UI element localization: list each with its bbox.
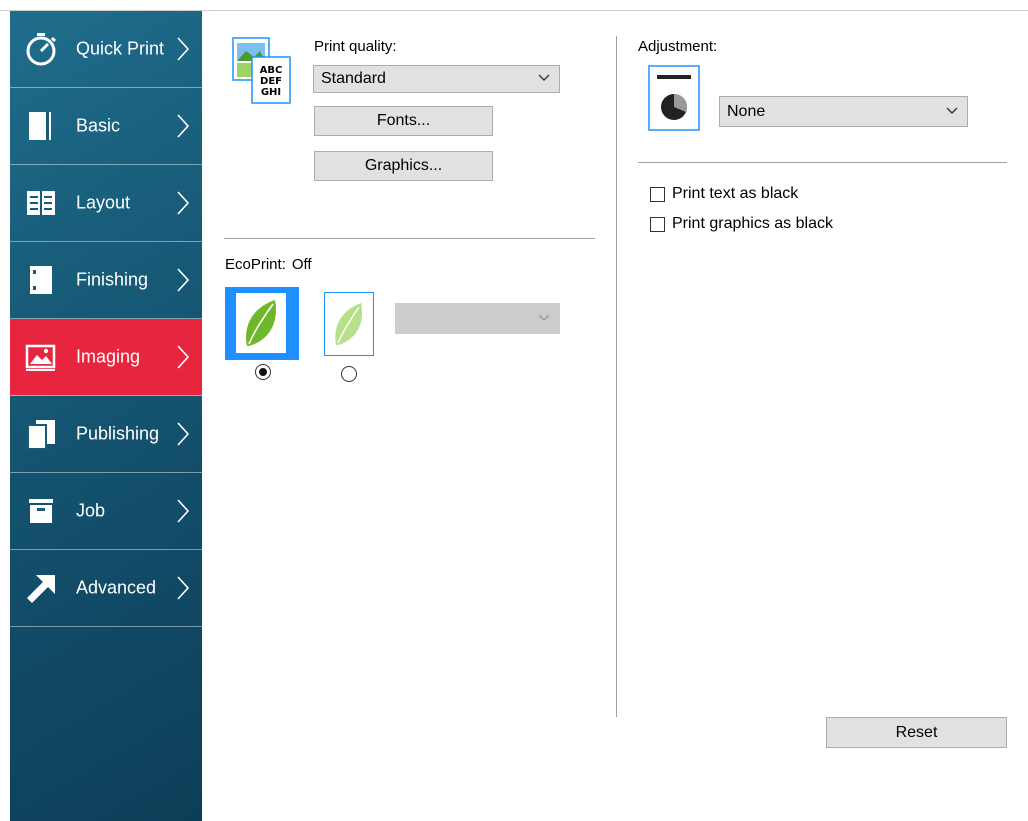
chevron-down-icon (946, 107, 958, 114)
svg-text:ABC: ABC (260, 65, 283, 76)
chevron-down-icon (538, 314, 550, 321)
sidebar-item-publishing[interactable]: Publishing (10, 396, 202, 473)
sidebar-item-label: Advanced (76, 577, 157, 598)
sidebar-item-label: Basic (76, 115, 121, 136)
sidebar-item-imaging[interactable]: Imaging (10, 319, 202, 396)
ecoprint-option-light[interactable] (324, 292, 374, 356)
chevron-right-icon (177, 422, 190, 446)
sidebar-item-advanced[interactable]: Advanced (10, 550, 202, 627)
print-text-black-option[interactable]: Print text as black (650, 185, 798, 203)
sidebar-item-label: Imaging (76, 346, 141, 367)
ecoprint-radio-light[interactable] (341, 366, 357, 382)
section-divider (224, 238, 595, 239)
sidebar-item-basic[interactable]: Basic (10, 88, 202, 165)
arrow-up-right-icon (27, 575, 55, 603)
chevron-right-icon (177, 191, 190, 215)
print-graphics-black-checkbox[interactable] (650, 216, 665, 232)
sidebar-item-layout[interactable]: Layout (10, 165, 202, 242)
print-text-black-checkbox[interactable] (650, 186, 665, 202)
print-quality-label: Print quality: (314, 38, 397, 55)
adjustment-label: Adjustment: (638, 38, 718, 55)
ecoprint-option-full[interactable] (225, 287, 299, 360)
publishing-icon (27, 420, 55, 450)
picture-icon (25, 344, 56, 371)
print-quality-value: Standard (321, 70, 386, 87)
ecoprint-label: EcoPrint: (225, 256, 286, 273)
fonts-button[interactable]: Fonts... (314, 106, 493, 136)
book-icon (29, 112, 51, 140)
reset-button[interactable]: Reset (826, 717, 1007, 748)
leaf-full-icon (236, 293, 286, 353)
ecoprint-status: Off (291, 256, 312, 273)
layout-grid-icon (27, 191, 55, 215)
sidebar: Quick Print Basic Layout Finishing Imagi… (10, 11, 202, 821)
svg-text:DEF: DEF (260, 76, 282, 87)
column-divider (616, 36, 617, 717)
ecoprint-level-select[interactable] (395, 303, 560, 334)
text-quality-icon: ABC DEF GHI (232, 37, 291, 104)
ecoprint-radio-full[interactable] (255, 364, 271, 380)
chevron-right-icon (177, 268, 190, 292)
sidebar-item-label: Job (76, 500, 106, 521)
svg-text:GHI: GHI (261, 87, 281, 98)
sidebar-item-label: Publishing (76, 423, 160, 444)
graphics-button[interactable]: Graphics... (314, 151, 493, 181)
print-graphics-black-label: Print graphics as black (672, 215, 833, 232)
print-graphics-black-option[interactable]: Print graphics as black (650, 215, 833, 233)
sidebar-item-finishing[interactable]: Finishing (10, 242, 202, 319)
ecoprint-heading: EcoPrint: Off (225, 256, 312, 273)
stopwatch-icon (26, 33, 57, 66)
sidebar-item-label: Quick Print (76, 38, 165, 59)
chevron-right-icon (177, 345, 190, 369)
adjustment-divider (638, 162, 1007, 163)
print-quality-select[interactable]: Standard (313, 65, 560, 93)
sidebar-item-quick-print[interactable]: Quick Print (10, 11, 202, 88)
finishing-icon (30, 266, 52, 294)
chevron-right-icon (177, 114, 190, 138)
contrast-pie-icon (648, 65, 700, 131)
adjustment-select[interactable]: None (719, 96, 968, 127)
sidebar-item-label: Finishing (76, 269, 149, 290)
sidebar-item-label: Layout (76, 192, 131, 213)
chevron-down-icon (538, 74, 550, 81)
print-text-black-label: Print text as black (672, 185, 799, 202)
job-box-icon (29, 499, 53, 523)
chevron-right-icon (177, 499, 190, 523)
chevron-right-icon (177, 576, 190, 600)
leaf-light-icon (335, 303, 363, 345)
sidebar-item-job[interactable]: Job (10, 473, 202, 550)
chevron-right-icon (177, 37, 190, 61)
adjustment-value: None (727, 102, 766, 120)
